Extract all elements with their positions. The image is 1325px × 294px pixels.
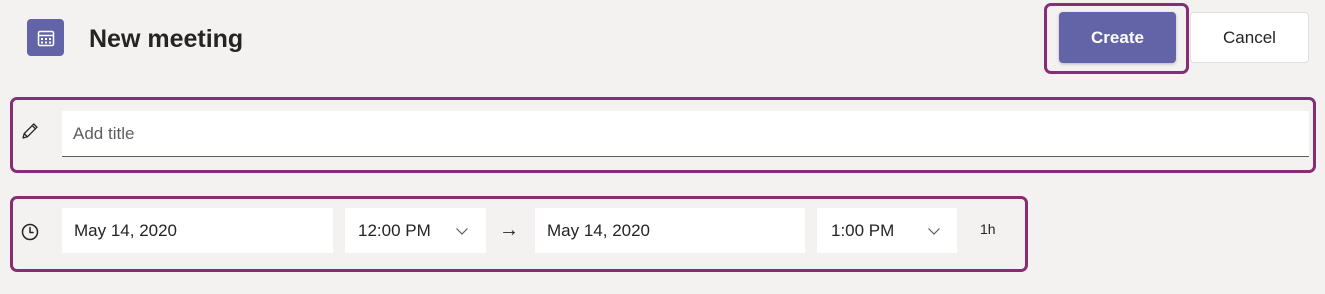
title-highlight <box>10 97 1316 173</box>
page-title: New meeting <box>89 25 244 53</box>
cancel-button[interactable]: Cancel <box>1190 12 1309 63</box>
schedule-highlight <box>10 196 1028 272</box>
create-highlight <box>1044 3 1189 74</box>
calendar-icon <box>27 19 64 56</box>
